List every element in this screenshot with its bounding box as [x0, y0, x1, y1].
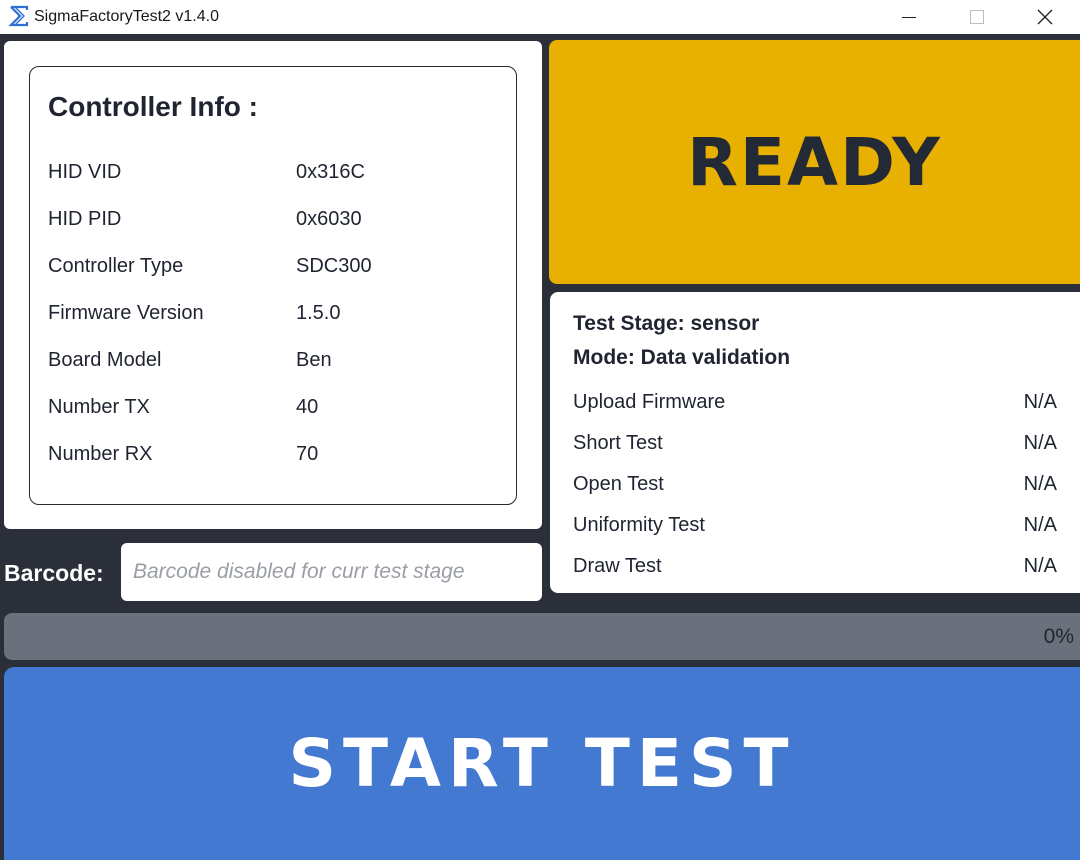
info-label: Number RX	[48, 443, 153, 465]
test-name: Short Test	[573, 432, 663, 454]
progress-bar: 0%	[4, 613, 1080, 660]
test-name: Open Test	[573, 473, 664, 495]
controller-info-title: Controller Info :	[48, 91, 258, 122]
status-banner: READY	[549, 40, 1080, 284]
minimize-icon	[902, 16, 916, 18]
start-test-label: START TEST	[288, 725, 796, 802]
test-row-uniformity-test: Uniformity Test N/A	[573, 514, 1057, 542]
test-result: N/A	[1023, 555, 1057, 577]
close-icon	[1037, 9, 1053, 25]
test-row-draw-test: Draw Test N/A	[573, 555, 1057, 583]
progress-percent: 0%	[1043, 625, 1074, 648]
info-row-board-model: Board Model Ben	[48, 349, 498, 379]
info-label: Controller Type	[48, 255, 184, 277]
info-label: Firmware Version	[48, 302, 204, 324]
barcode-input[interactable]	[121, 543, 542, 601]
sigma-app-icon	[8, 5, 29, 27]
test-name: Uniformity Test	[573, 514, 705, 536]
status-text: READY	[687, 123, 942, 201]
info-row-hid-pid: HID PID 0x6030	[48, 208, 498, 238]
controller-info-box: Controller Info : HID VID 0x316C HID PID…	[29, 66, 517, 505]
maximize-icon	[970, 10, 984, 24]
info-value: 40	[296, 396, 319, 418]
info-row-hid-vid: HID VID 0x316C	[48, 161, 498, 191]
title-bar: SigmaFactoryTest2 v1.4.0	[0, 0, 1080, 34]
info-value: 70	[296, 443, 319, 465]
info-row-number-tx: Number TX 40	[48, 396, 498, 426]
info-row-number-rx: Number RX 70	[48, 443, 498, 473]
info-row-firmware-version: Firmware Version 1.5.0	[48, 302, 498, 332]
info-value: 1.5.0	[296, 302, 341, 324]
test-result: N/A	[1023, 391, 1057, 413]
close-button[interactable]	[1010, 0, 1080, 34]
test-row-upload-firmware: Upload Firmware N/A	[573, 391, 1057, 419]
test-name: Draw Test	[573, 555, 662, 577]
test-name: Upload Firmware	[573, 391, 726, 413]
info-label: HID VID	[48, 161, 122, 183]
test-stage-panel: Test Stage: sensor Mode: Data validation…	[550, 292, 1080, 593]
info-value: SDC300	[296, 255, 372, 277]
test-result: N/A	[1023, 432, 1057, 454]
test-result: N/A	[1023, 473, 1057, 495]
minimize-button[interactable]	[874, 0, 944, 34]
start-test-button[interactable]: START TEST	[4, 667, 1080, 860]
info-label: Number TX	[48, 396, 150, 418]
test-mode-label: Mode: Data validation	[573, 346, 791, 369]
maximize-button[interactable]	[942, 0, 1012, 34]
test-row-open-test: Open Test N/A	[573, 473, 1057, 501]
info-label: Board Model	[48, 349, 162, 371]
info-value: 0x316C	[296, 161, 365, 183]
controller-info-card: Controller Info : HID VID 0x316C HID PID…	[4, 41, 542, 529]
window-title: SigmaFactoryTest2 v1.4.0	[34, 8, 219, 25]
test-stage-label: Test Stage: sensor	[573, 312, 760, 335]
info-value: 0x6030	[296, 208, 362, 230]
info-value: Ben	[296, 349, 332, 371]
info-row-controller-type: Controller Type SDC300	[48, 255, 498, 285]
info-label: HID PID	[48, 208, 122, 230]
test-row-short-test: Short Test N/A	[573, 432, 1057, 460]
barcode-label: Barcode:	[4, 560, 104, 586]
test-result: N/A	[1023, 514, 1057, 536]
